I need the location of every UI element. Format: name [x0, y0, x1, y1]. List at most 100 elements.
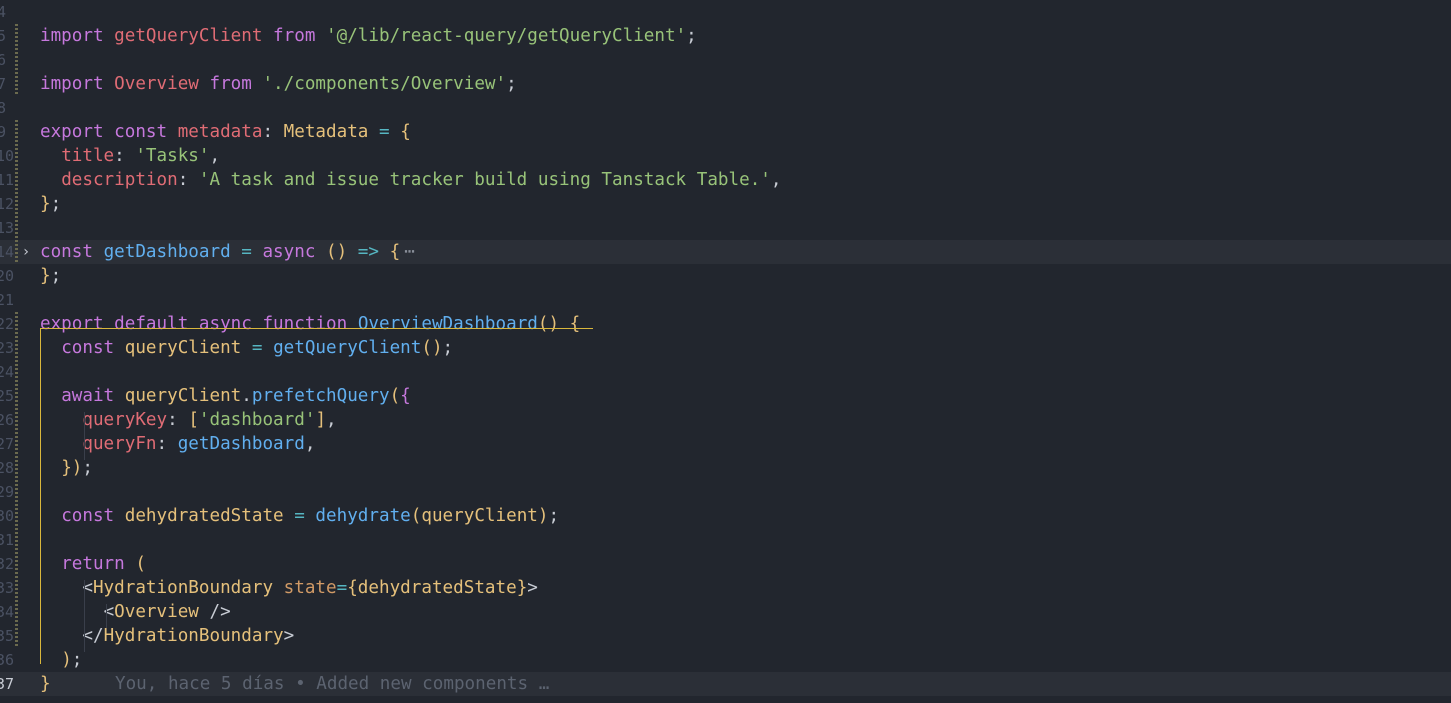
code-text: import Overview from './components/Overv…: [40, 74, 517, 94]
code-text: } You, hace 5 días • Added new components…: [40, 674, 550, 694]
code-text: const getDashboard = async () => {⋯: [40, 242, 415, 262]
code-text: await queryClient.prefetchQuery({: [61, 386, 411, 406]
code-line[interactable]: 32 return (: [0, 552, 1451, 576]
code-line[interactable]: 35 </HydrationBoundary>: [0, 624, 1451, 648]
git-change-marker: [15, 336, 18, 360]
code-line[interactable]: 30 const dehydratedState = dehydrate(que…: [0, 504, 1451, 528]
line-number: 23: [0, 339, 15, 357]
git-blame-annotation: You, hace 5 días • Added new components …: [115, 674, 550, 694]
code-text: return (: [61, 554, 146, 574]
code-line[interactable]: 13: [0, 216, 1451, 240]
git-change-marker: [15, 48, 18, 72]
line-number: 7: [0, 75, 6, 93]
line-number: 26: [0, 411, 15, 429]
git-change-marker: [15, 216, 18, 240]
code-text: export const metadata: Metadata = {: [40, 122, 411, 142]
line-number: 30: [0, 507, 15, 525]
line-number: 21: [0, 291, 15, 309]
line-number: 36: [0, 651, 15, 669]
code-line[interactable]: 10 title: 'Tasks',: [0, 144, 1451, 168]
line-number: 34: [0, 603, 15, 621]
line-number: 31: [0, 531, 15, 549]
code-line[interactable]: 25 await queryClient.prefetchQuery({: [0, 384, 1451, 408]
folded-region-ellipsis[interactable]: ⋯: [400, 242, 415, 262]
code-text: };: [40, 266, 62, 286]
line-number: 8: [0, 99, 6, 117]
code-line[interactable]: 21: [0, 288, 1451, 312]
code-text: queryFn: getDashboard,: [82, 434, 316, 454]
indent-guide: [84, 580, 85, 652]
line-number: 24: [0, 363, 15, 381]
code-line[interactable]: 23 const queryClient = getQueryClient();: [0, 336, 1451, 360]
git-change-marker: [15, 624, 18, 648]
line-number: 22: [0, 315, 15, 333]
code-line[interactable]: 9 export const metadata: Metadata = {: [0, 120, 1451, 144]
line-number: 10: [0, 147, 15, 165]
code-text: const queryClient = getQueryClient();: [61, 338, 454, 358]
indent-guide: [106, 604, 107, 628]
code-line[interactable]: 33 <HydrationBoundary state={dehydratedS…: [0, 576, 1451, 600]
code-line[interactable]: 8: [0, 96, 1451, 120]
code-text: });: [61, 458, 93, 478]
git-change-marker: [15, 528, 18, 552]
code-text: </HydrationBoundary>: [82, 626, 295, 646]
code-text: title: 'Tasks',: [61, 146, 221, 166]
code-line[interactable]: 37 } You, hace 5 días • Added new componen…: [0, 672, 1451, 696]
line-number: 6: [0, 51, 6, 69]
code-line[interactable]: 29: [0, 480, 1451, 504]
code-editor[interactable]: 4 5 import getQueryClient from '@/lib/reac…: [0, 0, 1451, 703]
line-number: 12: [0, 195, 15, 213]
line-number: 28: [0, 459, 15, 477]
line-number: 29: [0, 483, 15, 501]
git-change-marker: [15, 192, 18, 216]
line-number: 4: [0, 3, 6, 21]
active-scope-top-border: [40, 328, 593, 329]
git-change-marker: [15, 384, 18, 408]
code-line[interactable]: 26 queryKey: ['dashboard'],: [0, 408, 1451, 432]
code-line[interactable]: 27 queryFn: getDashboard,: [0, 432, 1451, 456]
git-change-marker: [15, 456, 18, 480]
code-text: const dehydratedState = dehydrate(queryC…: [61, 506, 560, 526]
line-number: 14: [0, 243, 15, 261]
git-change-marker: [15, 552, 18, 576]
git-change-marker: [15, 408, 18, 432]
code-text: <HydrationBoundary state={dehydratedStat…: [82, 578, 538, 598]
git-change-marker: [15, 432, 18, 456]
git-change-marker: [15, 144, 18, 168]
code-line[interactable]: 28 });: [0, 456, 1451, 480]
line-number: 25: [0, 387, 15, 405]
code-line[interactable]: 20};: [0, 264, 1451, 288]
code-text: export default async function OverviewDa…: [40, 314, 581, 334]
code-line[interactable]: 4: [0, 0, 1451, 24]
git-change-marker: [15, 480, 18, 504]
code-text: );: [61, 650, 83, 670]
code-line[interactable]: 14 › const getDashboard = async () => {⋯: [0, 240, 1451, 264]
git-change-marker: [15, 120, 18, 144]
code-line[interactable]: 7 import Overview from './components/Over…: [0, 72, 1451, 96]
line-number: 27: [0, 435, 15, 453]
git-change-marker: [15, 240, 18, 264]
active-scope-left-border: [40, 328, 41, 664]
line-number: 37: [0, 675, 15, 693]
line-number: 9: [0, 123, 6, 141]
code-line[interactable]: 5 import getQueryClient from '@/lib/react…: [0, 24, 1451, 48]
line-number: 20: [0, 267, 15, 285]
code-line[interactable]: 24: [0, 360, 1451, 384]
git-change-marker: [15, 504, 18, 528]
code-line[interactable]: 11 description: 'A task and issue tracke…: [0, 168, 1451, 192]
git-change-marker: [15, 600, 18, 624]
code-text: };: [40, 194, 62, 214]
git-change-marker: [15, 576, 18, 600]
code-line[interactable]: 36 );: [0, 648, 1451, 672]
code-text: import getQueryClient from '@/lib/react-…: [40, 26, 697, 46]
git-change-marker: [15, 24, 18, 48]
git-change-marker: [15, 72, 18, 96]
code-line[interactable]: 6: [0, 48, 1451, 72]
code-line[interactable]: 22 export default async function Overview…: [0, 312, 1451, 336]
git-change-marker: [15, 360, 18, 384]
fold-chevron-icon[interactable]: ›: [19, 240, 33, 264]
code-line[interactable]: 12};: [0, 192, 1451, 216]
line-number: 5: [0, 27, 6, 45]
code-line[interactable]: 34 <Overview />: [0, 600, 1451, 624]
code-line[interactable]: 31: [0, 528, 1451, 552]
